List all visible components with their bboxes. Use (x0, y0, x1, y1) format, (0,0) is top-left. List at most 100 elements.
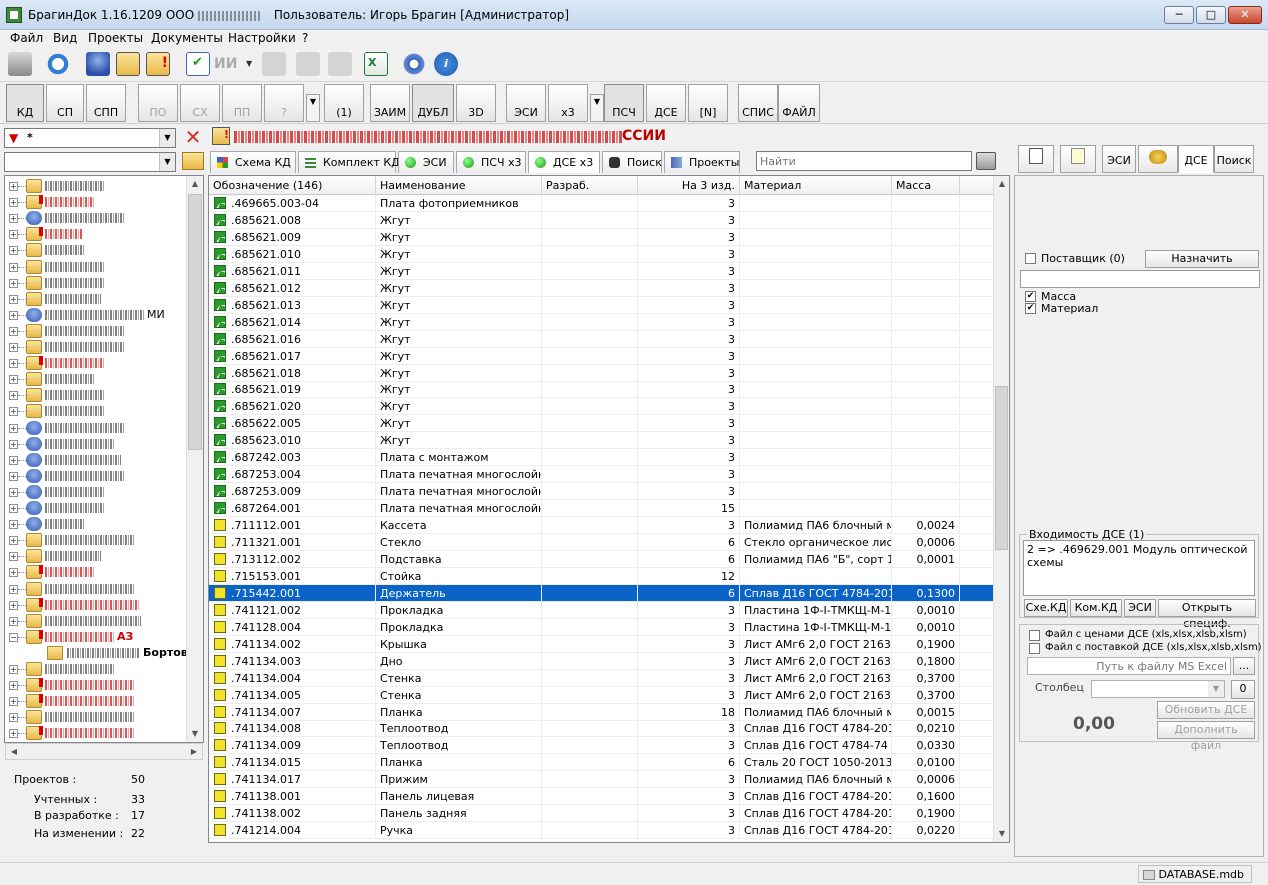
expand-icon[interactable]: + (9, 616, 18, 626)
expand-icon[interactable]: + (9, 471, 18, 481)
expand-icon[interactable]: + (9, 230, 18, 240)
expand-icon[interactable]: + (9, 182, 18, 191)
dropdown-arrow-icon[interactable]: ▼ (246, 52, 256, 76)
table-row[interactable]: .687264.001 Плата печатная многослойн... 1… (209, 500, 995, 518)
doc-icon-tab[interactable] (1018, 145, 1054, 173)
info-icon[interactable]: i (434, 52, 458, 76)
tree-item[interactable]: + (5, 291, 189, 307)
tree-item[interactable]: + (5, 516, 189, 532)
tree-item[interactable]: + (5, 323, 189, 339)
tab-0[interactable]: Схема КД (210, 151, 296, 173)
kind-button-4[interactable]: СХ (180, 84, 220, 122)
kind-button-5[interactable]: ПП (222, 84, 262, 122)
expand-icon[interactable]: + (9, 294, 18, 304)
column-select[interactable]: ▼ (1091, 680, 1225, 698)
close-button[interactable]: ✕ (1228, 6, 1262, 24)
table-row[interactable]: .685621.011 Жгут 3 (209, 262, 995, 280)
table-row[interactable]: .685621.012 Жгут 3 (209, 279, 995, 297)
table-row[interactable]: .741128.004 Прокладка 3 Пластина 1Ф-I-ТМКЩ-… (209, 618, 995, 636)
tree-item[interactable]: + (5, 178, 189, 194)
tab-4[interactable]: ДСЕ x3 (528, 151, 600, 173)
tree-item[interactable]: + (5, 709, 189, 725)
expand-icon[interactable]: + (9, 697, 18, 707)
expand-icon[interactable]: + (9, 375, 18, 385)
kind-button-6[interactable]: ? (264, 84, 304, 122)
scroll-right-icon[interactable]: ▶ (186, 744, 202, 760)
expand-icon[interactable]: + (9, 359, 18, 369)
expand-icon[interactable]: + (9, 665, 18, 674)
tree-item[interactable]: + (5, 452, 189, 468)
expand-icon[interactable]: + (9, 487, 18, 497)
table-row[interactable]: .687242.003 Плата с монтажом 3 (209, 449, 995, 467)
open-spec-button[interactable]: Открыть специф. (1158, 599, 1256, 630)
supply-file-checkbox[interactable] (1029, 643, 1040, 654)
scroll-down-icon[interactable]: ▼ (187, 726, 203, 742)
table-row[interactable]: .741134.004 Стенка 3 Лист АМг6 2,0 ГОСТ 216… (209, 669, 995, 687)
expand-icon[interactable]: + (9, 262, 18, 272)
kind-button-7[interactable]: (1) (324, 84, 364, 122)
expand-icon[interactable]: + (9, 391, 18, 401)
supplier-input[interactable] (1020, 270, 1260, 288)
clipboard-icon[interactable] (976, 152, 996, 170)
table-row[interactable]: .715442.001 Держатель 6 Сплав Д16 ГОСТ 4784… (209, 584, 995, 602)
filter-combo[interactable]: ▼ * ▼ (4, 128, 176, 148)
tree-item[interactable]: + (5, 371, 189, 387)
tab-6[interactable]: Проекты (664, 151, 740, 173)
tree-hscrollbar[interactable]: ◀ ▶ (5, 743, 203, 760)
kind-button-1[interactable]: СП (46, 84, 84, 122)
tree-item[interactable]: + (5, 484, 189, 500)
tree-child-item[interactable]: Бортов (5, 645, 189, 661)
expand-icon[interactable]: + (9, 504, 18, 513)
secondary-combo[interactable]: ▼ (4, 152, 176, 172)
gear-icon[interactable] (402, 52, 426, 76)
table-vscrollbar[interactable]: ▲ ▼ (993, 176, 1009, 842)
scroll-up-icon[interactable]: ▲ (187, 176, 203, 192)
tree-item[interactable]: + (5, 259, 189, 275)
tab-1[interactable]: Комплект КД (298, 151, 400, 173)
table-row[interactable]: .711112.001 Кассета 3 Полиамид ПА6 блочный … (209, 517, 995, 535)
tree-item[interactable]: + (5, 210, 189, 226)
table-row[interactable]: .741134.008 Теплоотвод 3 Сплав Д16 ГОСТ 478… (209, 720, 995, 738)
table-row[interactable]: .741138.002 Панель задняя 3 Сплав Д16 ГОСТ … (209, 805, 995, 823)
chevron-down-icon[interactable]: ▼ (159, 153, 175, 171)
supplier-checkbox[interactable] (1025, 253, 1036, 264)
kind-button-0[interactable]: КД (6, 84, 44, 122)
tree-item[interactable]: + (5, 339, 189, 355)
people-icon[interactable] (296, 52, 320, 76)
folder-alert-icon[interactable]: ! (146, 52, 170, 76)
tree-item[interactable]: + (5, 597, 189, 613)
expand-icon[interactable]: + (9, 214, 18, 224)
expand-icon[interactable]: + (9, 552, 18, 562)
menu-item[interactable]: Вид (53, 31, 77, 45)
expand-icon[interactable]: + (9, 568, 18, 578)
refresh-icon[interactable] (46, 52, 70, 76)
column-header[interactable]: Масса (892, 176, 960, 195)
expand-icon[interactable]: + (9, 729, 18, 739)
kind-button-13[interactable]: ПСЧ (604, 84, 644, 122)
minimize-button[interactable]: ─ (1164, 6, 1194, 24)
tree-item[interactable]: + (5, 532, 189, 548)
column-header[interactable]: Наименование (376, 176, 542, 195)
tree-vscrollbar[interactable]: ▲ ▼ (186, 176, 203, 742)
column-header[interactable]: Материал (740, 176, 892, 195)
table-row[interactable]: .741134.009 Теплоотвод 3 Сплав Д16 ГОСТ 478… (209, 737, 995, 755)
tree-item[interactable]: + (5, 661, 189, 677)
column-header[interactable]: На 3 изд. (638, 176, 740, 195)
table-row[interactable]: .741138.001 Панель лицевая 3 Сплав Д16 ГОСТ… (209, 788, 995, 806)
table-row[interactable]: .741134.003Дно 3Лист АМг6 2,0 ГОСТ 21631-… (209, 652, 995, 670)
clear-filter-icon[interactable]: ✕ (182, 126, 204, 148)
tree-item[interactable]: + (5, 355, 189, 371)
tree-item[interactable]: + (5, 564, 189, 580)
kind-button-17[interactable]: ФАЙЛ (778, 84, 820, 122)
menu-item[interactable]: ? (302, 31, 308, 45)
tree-item[interactable]: + (5, 387, 189, 403)
tree-item[interactable]: + МИ (5, 307, 189, 323)
table-row[interactable]: .741134.015 Планка 6 Сталь 20 ГОСТ 1050-201… (209, 754, 995, 772)
column-number-button[interactable]: 0 (1231, 680, 1255, 699)
chevron-down-icon[interactable]: ▼ (1208, 681, 1224, 697)
tree-item[interactable]: + (5, 725, 189, 741)
append-file-button[interactable]: Дополнить файл (1157, 721, 1255, 752)
table-row[interactable]: .685621.020 Жгут 3 (209, 398, 995, 416)
tab-2[interactable]: ЭСИ (398, 151, 454, 173)
open-folder-icon[interactable] (182, 152, 204, 170)
